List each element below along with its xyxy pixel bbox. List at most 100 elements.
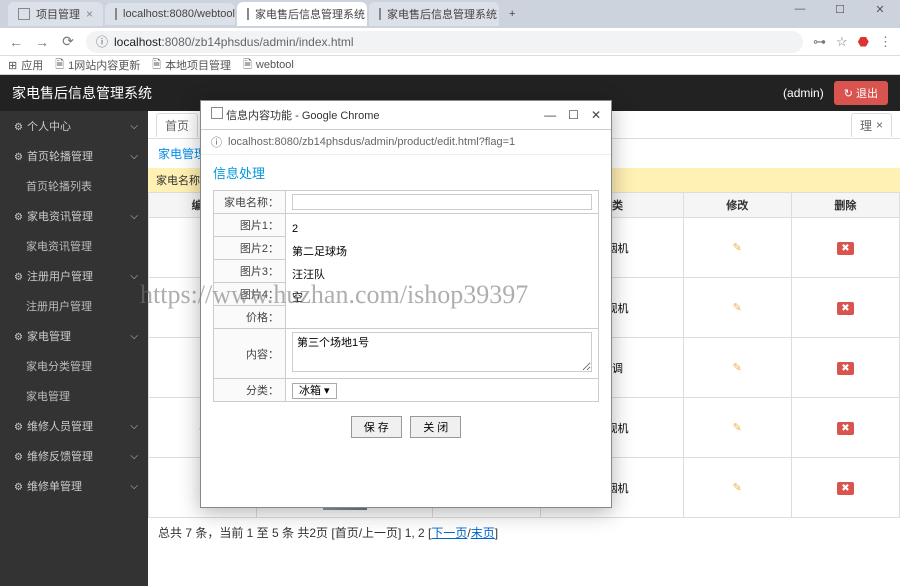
delete-icon[interactable]: ✖ — [837, 242, 853, 255]
back-icon[interactable]: ← — [8, 34, 24, 50]
sidebar-item[interactable]: ⚙个人中心⌵ — [0, 111, 148, 141]
browser-actions: ⊶ ☆ ⬣ ⋮ — [813, 34, 892, 50]
field-value: 第二足球场 — [292, 241, 592, 264]
column-header: 修改 — [683, 193, 791, 218]
window-controls: — ☐ ✕ — [780, 0, 900, 18]
tab-current[interactable]: 理 × — [851, 113, 892, 137]
close-button[interactable]: 关 闭 — [410, 416, 461, 438]
reload-icon[interactable]: ⟳ — [60, 33, 76, 50]
next-page-link[interactable]: 下一页 — [431, 526, 467, 540]
star-icon[interactable]: ☆ — [836, 34, 848, 50]
field-value: 2 — [292, 218, 592, 241]
sidebar-item[interactable]: ⚙家电管理⌵ — [0, 321, 148, 351]
app-title: 家电售后信息管理系统 — [12, 83, 152, 103]
popup-min[interactable]: — — [544, 108, 556, 122]
browser-tab[interactable]: 项目管理× — [8, 2, 103, 26]
win-max[interactable]: ☐ — [820, 0, 860, 18]
apps-button[interactable]: ⊞ 应用 — [8, 57, 43, 73]
bookmark-item[interactable]: 🗎 本地项目管理 — [152, 56, 231, 75]
edit-icon[interactable]: ✎ — [733, 302, 742, 314]
sidebar-subitem[interactable]: 首页轮播列表 — [0, 171, 148, 201]
gear-icon: ⚙ — [14, 482, 23, 493]
gear-icon: ⚙ — [14, 122, 23, 133]
popup-url-bar[interactable]: ⓘ localhost:8080/zb14phsdus/admin/produc… — [201, 130, 611, 155]
page-icon — [115, 8, 117, 20]
gear-icon: ⚙ — [14, 212, 23, 223]
bookmark-bar: ⊞ 应用 🗎 1网站内容更新 🗎 本地项目管理 🗎 webtool — [0, 56, 900, 75]
sidebar-item[interactable]: ⚙家电资讯管理⌵ — [0, 201, 148, 231]
delete-icon[interactable]: ✖ — [837, 362, 853, 375]
chevron-down-icon: ⌵ — [130, 151, 138, 162]
label-pic2: 图片2： — [214, 237, 286, 260]
sidebar-subitem[interactable]: 注册用户管理 — [0, 291, 148, 321]
edit-icon[interactable]: ✎ — [733, 482, 742, 494]
label-pic1: 图片1： — [214, 214, 286, 237]
input-name[interactable] — [292, 194, 592, 210]
browser-tab[interactable]: localhost:8080/webtool/all/in× — [105, 3, 235, 25]
chevron-down-icon: ⌵ — [130, 271, 138, 282]
delete-icon[interactable]: ✖ — [837, 422, 853, 435]
logout-button[interactable]: ↻ 退出 — [834, 81, 888, 105]
page-icon — [379, 8, 381, 20]
last-page-link[interactable]: 末页 — [471, 526, 495, 540]
sidebar-item[interactable]: ⚙注册用户管理⌵ — [0, 261, 148, 291]
field-value: 空 — [292, 287, 592, 310]
label-pic3: 图片3： — [214, 260, 286, 283]
popup-titlebar[interactable]: 信息内容功能 - Google Chrome — ☐ ✕ — [201, 101, 611, 130]
edit-icon[interactable]: ✎ — [733, 422, 742, 434]
info-icon: ⓘ — [96, 33, 108, 50]
logout-icon: ↻ — [844, 88, 853, 100]
ext-icon[interactable]: ⬣ — [858, 34, 869, 50]
delete-icon[interactable]: ✖ — [837, 482, 853, 495]
tab-strip: 项目管理× localhost:8080/webtool/all/in× 家电售… — [0, 0, 900, 28]
sidebar-item[interactable]: ⚙维修单管理⌵ — [0, 471, 148, 501]
chevron-down-icon: ⌵ — [130, 481, 138, 492]
form-table: 家电名称： 图片1： 2 第二足球场 汪汪队 空 图片2： 图片3： 图片4： … — [213, 190, 599, 402]
field-value: 汪汪队 — [292, 264, 592, 287]
select-category[interactable]: 冰箱 ▾ — [292, 383, 337, 399]
close-icon[interactable]: × — [86, 7, 93, 21]
tab-home[interactable]: 首页 — [156, 113, 198, 137]
sidebar-item[interactable]: ⚙首页轮播管理⌵ — [0, 141, 148, 171]
popup-heading: 信息处理 — [213, 163, 599, 182]
popup-close[interactable]: ✕ — [591, 108, 601, 122]
sidebar-subitem[interactable]: 家电资讯管理 — [0, 231, 148, 261]
bookmark-item[interactable]: 🗎 1网站内容更新 — [55, 56, 140, 75]
label-name: 家电名称： — [214, 191, 286, 214]
gear-icon: ⚙ — [14, 152, 23, 163]
gear-icon: ⚙ — [14, 452, 23, 463]
close-icon[interactable]: × — [876, 118, 883, 132]
input-content[interactable]: 第三个场地1号 — [292, 332, 592, 372]
current-user: (admin) — [783, 86, 824, 100]
browser-tab[interactable]: 家电售后信息管理系统× — [369, 2, 499, 26]
sidebar-item[interactable]: ⚙维修人员管理⌵ — [0, 411, 148, 441]
forward-icon[interactable]: → — [34, 34, 50, 50]
delete-icon[interactable]: ✖ — [837, 302, 853, 315]
page-icon — [247, 8, 249, 20]
browser-tab[interactable]: 家电售后信息管理系统× — [237, 2, 367, 26]
key-icon[interactable]: ⊶ — [813, 34, 826, 50]
new-tab-button[interactable]: + — [501, 4, 523, 24]
win-close[interactable]: ✕ — [860, 0, 900, 18]
label-content: 内容： — [214, 329, 286, 379]
sidebar-item[interactable]: ⚙维修反馈管理⌵ — [0, 441, 148, 471]
label-cat: 分类： — [214, 379, 286, 402]
chevron-down-icon: ⌵ — [130, 421, 138, 432]
label-price: 价格： — [214, 306, 286, 329]
gear-icon: ⚙ — [14, 332, 23, 343]
gear-icon: ⚙ — [14, 272, 23, 283]
menu-icon[interactable]: ⋮ — [879, 34, 892, 50]
sidebar-subitem[interactable]: 家电管理 — [0, 381, 148, 411]
popup-max[interactable]: ☐ — [568, 108, 579, 122]
bookmark-item[interactable]: 🗎 webtool — [243, 56, 294, 75]
address-bar-row: ← → ⟳ ⓘ localhost:8080/zb14phsdus/admin/… — [0, 28, 900, 56]
edit-icon[interactable]: ✎ — [733, 242, 742, 254]
info-icon: ⓘ — [211, 134, 222, 150]
label-pic4: 图片4： — [214, 283, 286, 306]
save-button[interactable]: 保 存 — [351, 416, 402, 438]
url-bar[interactable]: ⓘ localhost:8080/zb14phsdus/admin/index.… — [86, 31, 803, 53]
edit-icon[interactable]: ✎ — [733, 362, 742, 374]
win-min[interactable]: — — [780, 0, 820, 18]
sidebar-subitem[interactable]: 家电分类管理 — [0, 351, 148, 381]
pager: 总共 7 条，当前 1 至 5 条 共2页 [首页/上一页] 1, 2 [下一页… — [148, 518, 900, 547]
